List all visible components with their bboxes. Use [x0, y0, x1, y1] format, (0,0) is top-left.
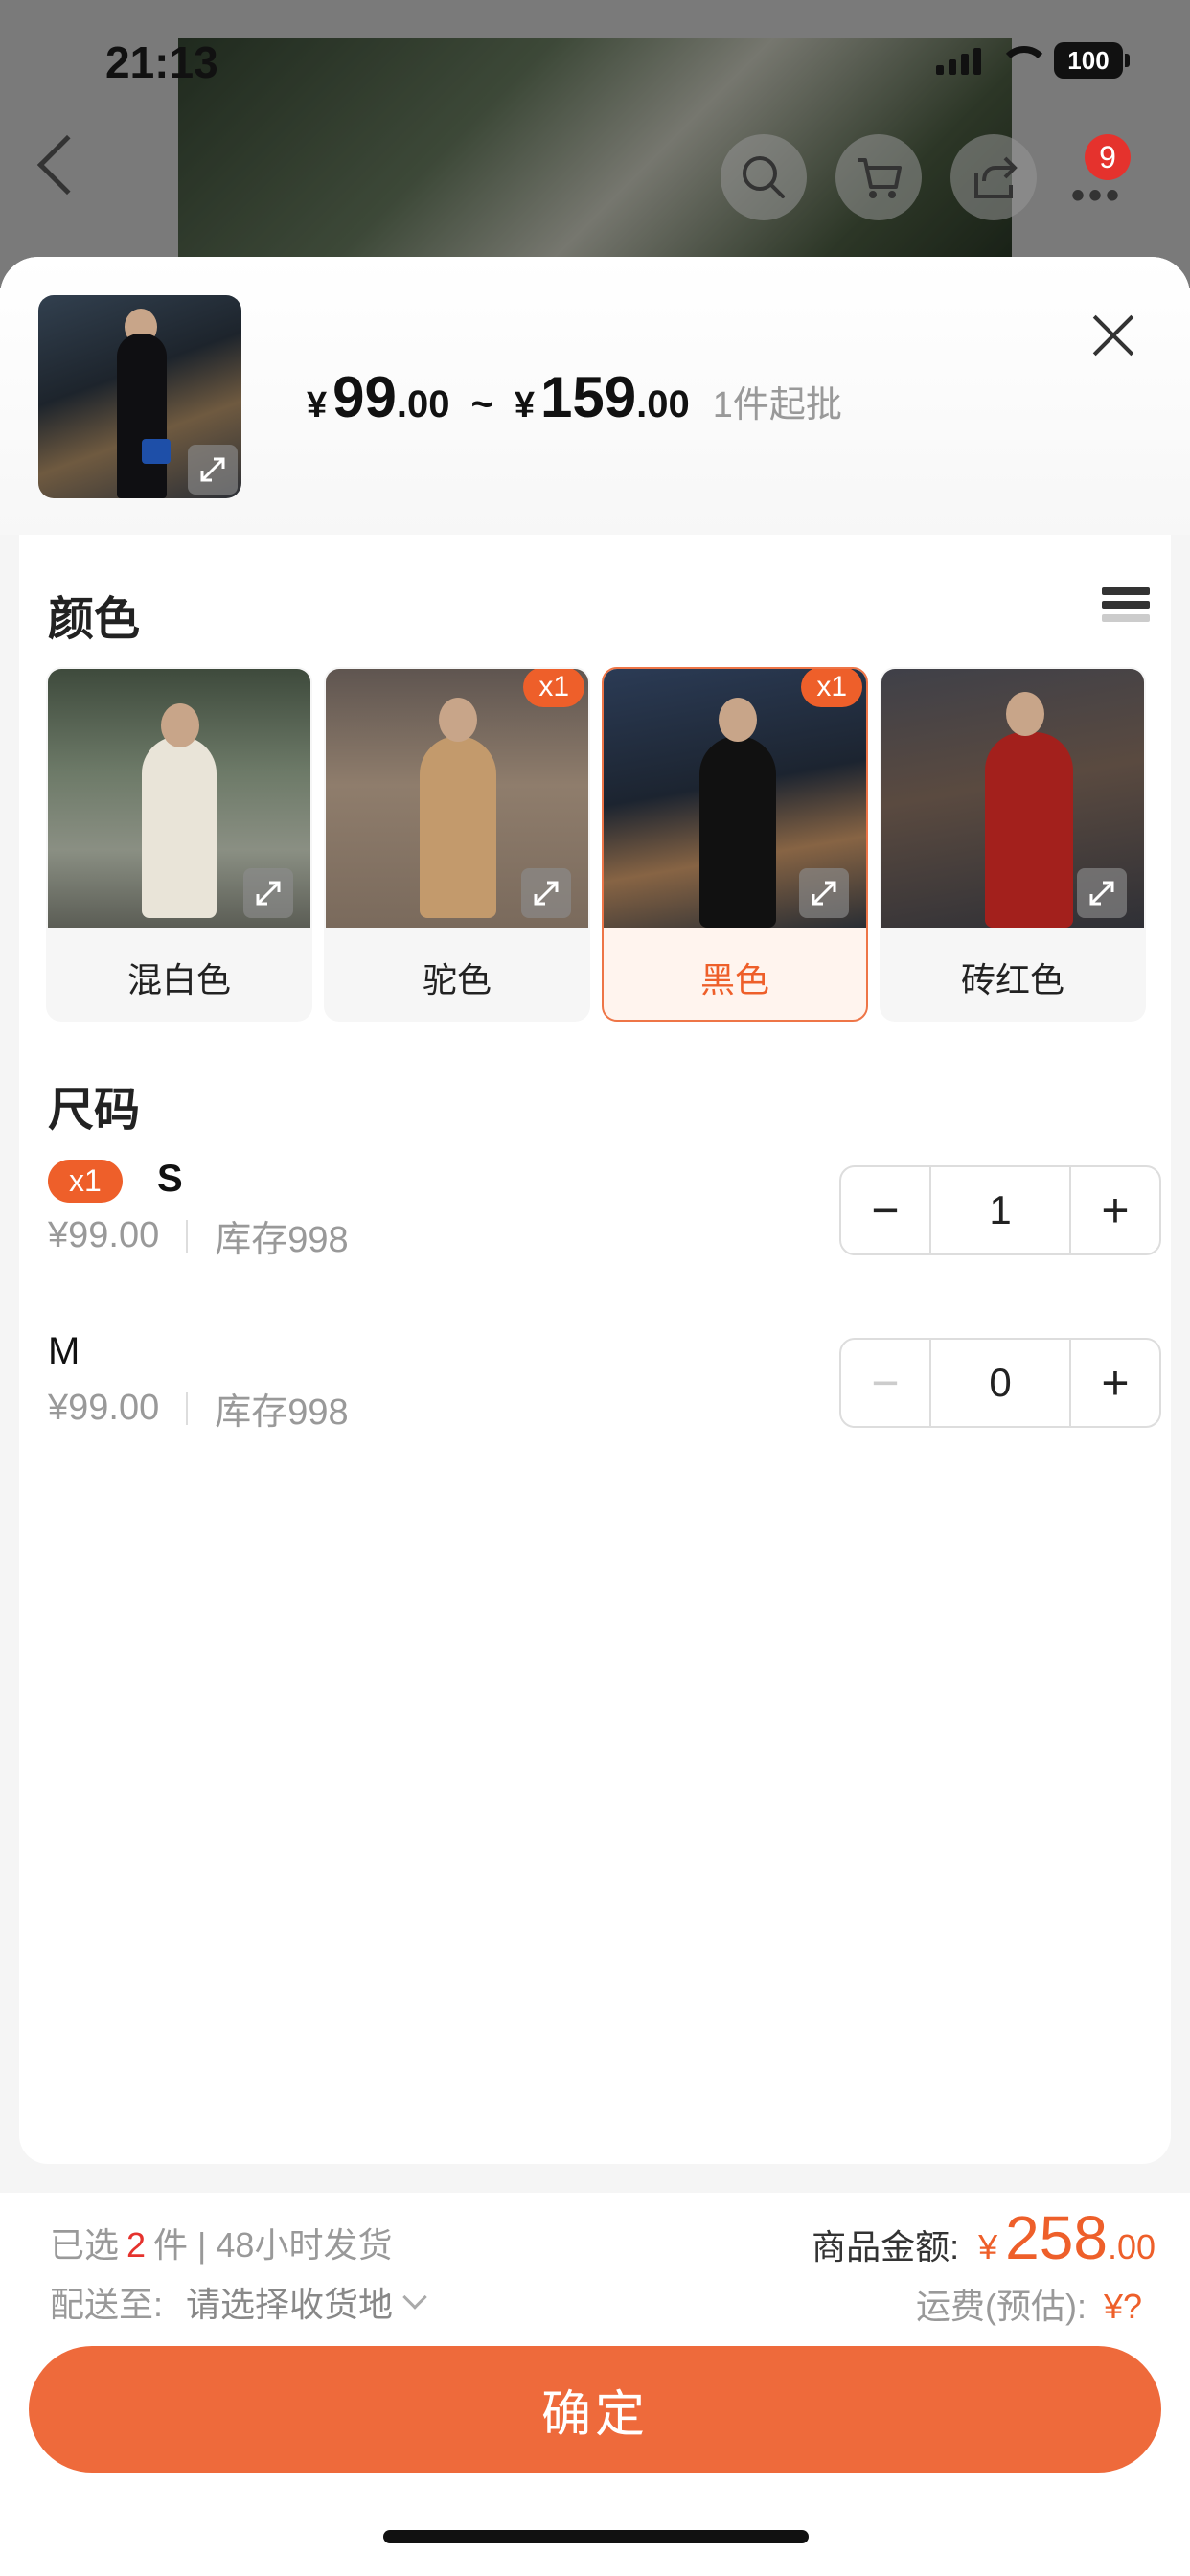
selected-qty-badge: x1	[801, 669, 862, 707]
increase-button[interactable]: +	[1071, 1340, 1159, 1426]
selection-summary: 已选 2 件 | 48小时发货	[50, 2225, 393, 2265]
ship-to-value: 请选择收货地	[186, 2285, 394, 2324]
expand-icon[interactable]	[521, 868, 571, 918]
divider	[186, 1392, 189, 1425]
color-option-selected[interactable]: x1 黑色	[602, 667, 868, 1022]
wifi-icon	[998, 46, 1050, 75]
decrease-button[interactable]: −	[841, 1167, 929, 1254]
share-icon	[974, 156, 1018, 198]
increase-button[interactable]: +	[1071, 1167, 1159, 1254]
expand-icon[interactable]	[1077, 868, 1127, 918]
color-label: 驼色	[422, 960, 492, 1000]
sku-selection-sheet: ¥ 99 .00 ~ ¥ 159 .00 1件起批 颜色 混白色 x1 驼色 x…	[0, 257, 1190, 2576]
size-name: S	[157, 1158, 183, 1200]
background-product-page: 21:13 100 9 •••	[0, 0, 1190, 288]
search-button[interactable]	[721, 134, 807, 220]
color-option[interactable]: 砖红色	[880, 667, 1146, 1022]
size-section-title: 尺码	[48, 1085, 141, 1136]
selected-count: 2	[126, 2225, 147, 2265]
price-range: ¥ 99 .00 ~ ¥ 159 .00 1件起批	[307, 365, 842, 429]
selected-qty-badge: x1	[523, 669, 584, 707]
order-footer: 已选 2 件 | 48小时发货 配送至: 请选择收货地 商品金额: ¥ 258 .0…	[0, 2193, 1190, 2576]
quantity-stepper: − 1 +	[839, 1165, 1161, 1255]
quantity-value[interactable]: 0	[929, 1340, 1071, 1426]
price-min: 99	[332, 365, 397, 429]
color-label: 砖红色	[960, 960, 1064, 1000]
cart-button[interactable]	[835, 134, 922, 220]
size-price: ¥99.00	[48, 1215, 160, 1255]
ship-to-label: 配送至:	[50, 2285, 164, 2324]
size-qty-badge: x1	[48, 1160, 123, 1203]
battery-icon: 100	[1054, 42, 1130, 79]
share-button[interactable]	[950, 134, 1037, 220]
confirm-button[interactable]: 确定	[29, 2346, 1161, 2472]
signal-icon	[936, 46, 981, 75]
cart-icon	[858, 158, 902, 198]
size-stock: 库存998	[215, 1392, 349, 1433]
sku-content: 颜色 混白色 x1 驼色 x1 黑色 砖红色 尺码 x1 S ¥99.00 库存…	[19, 535, 1171, 2164]
size-row: M ¥99.00 库存998 − 0 +	[48, 1328, 1161, 1443]
divider	[186, 1219, 189, 1253]
size-stock: 库存998	[215, 1220, 349, 1260]
quantity-value[interactable]: 1	[929, 1167, 1071, 1254]
ship-to-selector[interactable]: 配送至: 请选择收货地	[50, 2277, 427, 2327]
color-options: 混白色 x1 驼色 x1 黑色 砖红色	[46, 667, 1146, 1022]
search-icon	[743, 156, 785, 198]
min-order-label: 1件起批	[712, 385, 842, 426]
color-label: 混白色	[126, 960, 231, 1000]
size-name: M	[48, 1330, 80, 1372]
total-amount: 商品金额: ¥ 258 .00	[812, 2203, 1156, 2272]
color-section-title: 颜色	[48, 594, 141, 645]
product-thumbnail[interactable]	[38, 295, 241, 498]
close-icon[interactable]	[1083, 305, 1144, 366]
sheet-header: ¥ 99 .00 ~ ¥ 159 .00 1件起批	[0, 257, 1190, 535]
status-bar: 21:13 100	[0, 0, 1190, 125]
quantity-stepper: − 0 +	[839, 1338, 1161, 1428]
size-row: x1 S ¥99.00 库存998 − 1 +	[48, 1156, 1161, 1271]
freight-estimate: 运费(预估): ¥?	[915, 2287, 1142, 2326]
decrease-button[interactable]: −	[841, 1340, 929, 1426]
chevron-down-icon	[402, 2285, 427, 2310]
color-option[interactable]: 混白色	[46, 667, 312, 1022]
color-label: 黑色	[699, 960, 769, 1000]
cart-count-badge: 9	[1085, 134, 1131, 180]
home-indicator	[383, 2530, 809, 2543]
more-icon[interactable]: •••	[1071, 174, 1123, 218]
expand-icon[interactable]	[799, 868, 849, 918]
list-view-icon[interactable]	[1102, 587, 1150, 635]
status-time: 21:13	[105, 37, 218, 87]
back-icon[interactable]	[36, 134, 98, 196]
expand-icon[interactable]	[188, 445, 238, 494]
color-option[interactable]: x1 驼色	[324, 667, 590, 1022]
price-max: 159	[540, 365, 637, 429]
expand-icon[interactable]	[243, 868, 293, 918]
size-price: ¥99.00	[48, 1388, 160, 1428]
